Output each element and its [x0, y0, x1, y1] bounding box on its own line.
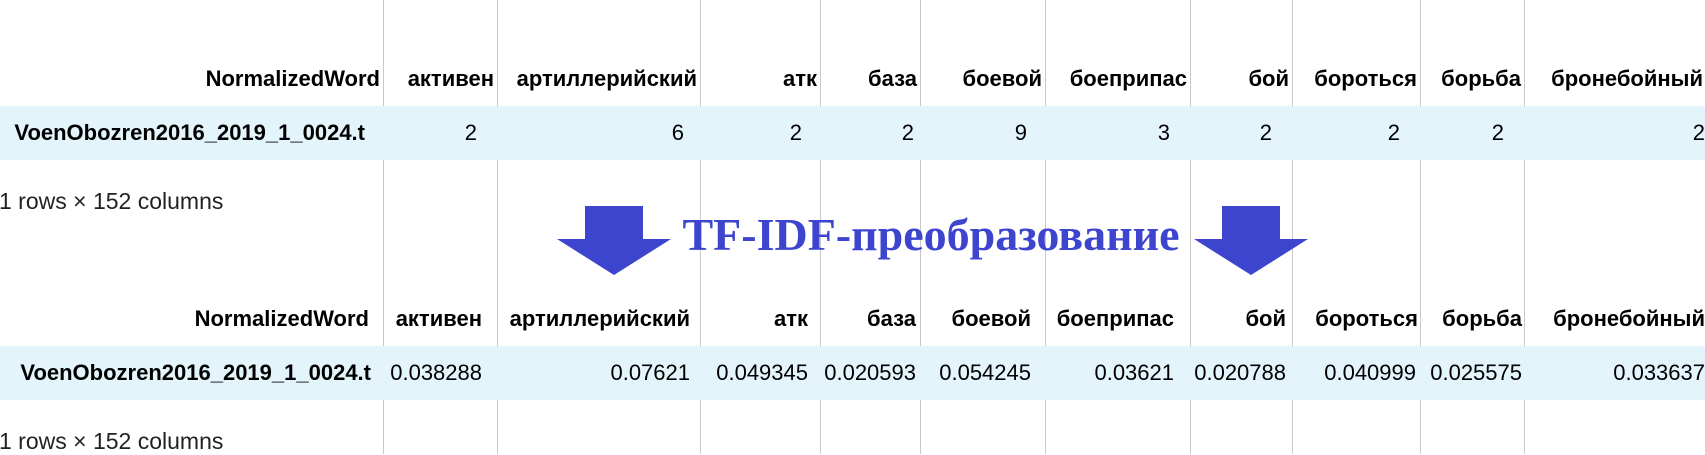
column-header: бороться — [1315, 306, 1418, 331]
column-header: борьба — [1441, 66, 1521, 91]
table-cell: 0.03621 — [1094, 360, 1174, 385]
table-cell: 0.025575 — [1430, 360, 1522, 385]
table-caption: 1 rows × 152 columns — [0, 188, 224, 214]
row-label: VoenObozren2016_2019_1_0024.t — [20, 360, 371, 385]
table-cell: 0.020593 — [824, 360, 916, 385]
table-caption: 1 rows × 152 columns — [0, 428, 224, 454]
column-header: артиллерийский — [509, 306, 690, 331]
column-header: бороться — [1314, 66, 1417, 91]
table-cell: 0.038288 — [390, 360, 482, 385]
column-header: боеприпас — [1069, 66, 1187, 91]
column-header: база — [868, 66, 917, 91]
column-header: артиллерийский — [516, 66, 697, 91]
index-header: NormalizedWord — [205, 66, 380, 91]
table-cell: 0.020788 — [1194, 360, 1286, 385]
column-header: борьба — [1442, 306, 1522, 331]
table-row: VoenObozren2016_2019_1_0024.t 0.038288 0… — [0, 346, 1705, 400]
column-header: активен — [395, 306, 482, 331]
table-cell: 2 — [464, 120, 477, 145]
table-cell: 2 — [1692, 120, 1705, 145]
table-cell: 0.040999 — [1324, 360, 1416, 385]
table-cell: 2 — [789, 120, 802, 145]
table-row: VoenObozren2016_2019_1_0024.t 2 6 2 2 9 … — [0, 106, 1705, 160]
down-arrow-icon — [557, 206, 671, 275]
index-header: NormalizedWord — [194, 306, 369, 331]
column-header: атк — [782, 66, 817, 91]
column-header: бронебойный — [1553, 306, 1705, 331]
column-header: бронебойный — [1551, 66, 1703, 91]
table-cell: 2 — [1387, 120, 1400, 145]
table-cell: 0.049345 — [716, 360, 808, 385]
table-cell: 0.033637 — [1613, 360, 1705, 385]
row-label: VoenObozren2016_2019_1_0024.t — [14, 120, 365, 145]
table-cell: 0.07621 — [610, 360, 690, 385]
column-header: атк — [773, 306, 808, 331]
transform-label: TF-IDF-преобразование — [682, 209, 1180, 260]
table-cell: 2 — [1259, 120, 1272, 145]
column-header: бой — [1248, 66, 1289, 91]
column-header: боевой — [951, 306, 1031, 331]
column-header: база — [867, 306, 916, 331]
table-cell: 6 — [671, 120, 684, 145]
down-arrow-icon — [1194, 206, 1308, 275]
table-cell: 9 — [1014, 120, 1027, 145]
column-header: бой — [1245, 306, 1286, 331]
table-cell: 3 — [1157, 120, 1170, 145]
column-header: боевой — [962, 66, 1042, 91]
table-header-row: NormalizedWord активен артиллерийский ат… — [0, 52, 1705, 106]
table-cell: 2 — [901, 120, 914, 145]
column-header: активен — [407, 66, 494, 91]
column-header: боеприпас — [1056, 306, 1174, 331]
table-cell: 2 — [1491, 120, 1504, 145]
table-cell: 0.054245 — [939, 360, 1031, 385]
table-header-row: NormalizedWord активен артиллерийский ат… — [0, 292, 1705, 346]
